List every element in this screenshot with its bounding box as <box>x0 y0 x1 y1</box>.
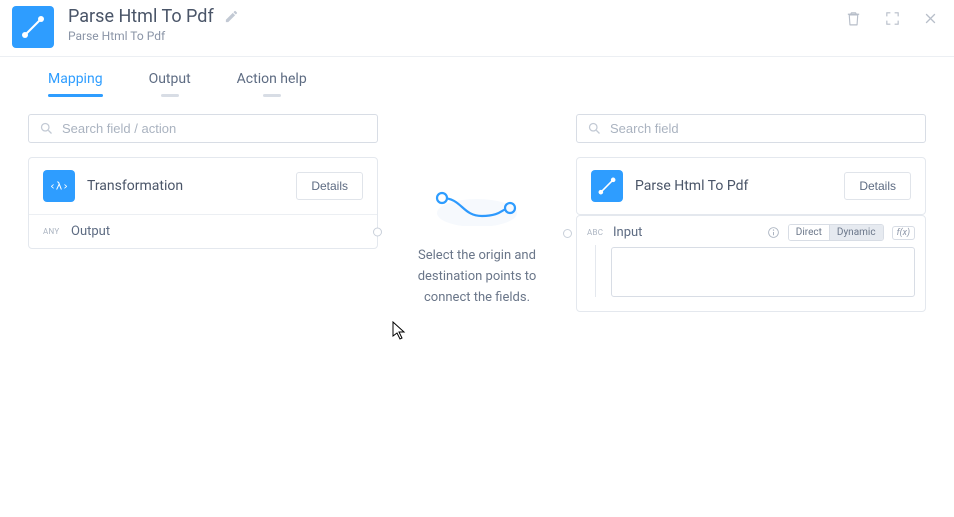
lambda-icon: ‹λ› <box>43 170 75 202</box>
field-type-badge: abc <box>587 228 605 237</box>
destination-search[interactable] <box>576 114 926 143</box>
page-subtitle: Parse Html To Pdf <box>68 29 845 43</box>
mapping-body: ‹λ› Transformation Details any Output S <box>0 98 954 312</box>
tab-action-help-label: Action help <box>237 71 307 87</box>
input-textarea[interactable] <box>611 247 915 297</box>
tab-mapping-label: Mapping <box>48 71 103 87</box>
fullscreen-icon[interactable] <box>884 10 901 27</box>
page-title: Parse Html To Pdf <box>68 6 214 27</box>
mapping-hint-text: Select the origin and destination points… <box>417 246 537 308</box>
edit-icon[interactable] <box>224 9 239 24</box>
source-search[interactable] <box>28 114 378 143</box>
source-search-input[interactable] <box>62 121 367 136</box>
trash-icon[interactable] <box>845 10 862 27</box>
tab-mapping[interactable]: Mapping <box>48 71 103 97</box>
mode-dynamic[interactable]: Dynamic <box>830 225 883 240</box>
middle-hint-area: Select the origin and destination points… <box>378 114 576 312</box>
tab-output-label: Output <box>149 71 191 87</box>
action-icon-small <box>591 170 623 202</box>
destination-card-title: Parse Html To Pdf <box>635 178 832 194</box>
destination-column: Parse Html To Pdf Details abc Input <box>576 114 926 312</box>
close-icon[interactable] <box>923 11 938 26</box>
tab-bar: Mapping Output Action help <box>0 57 954 98</box>
field-type-badge: any <box>43 227 61 236</box>
connection-graphic <box>432 186 522 226</box>
source-column: ‹λ› Transformation Details any Output <box>28 114 378 312</box>
svg-text:‹λ›: ‹λ› <box>49 179 69 192</box>
mode-direct[interactable]: Direct <box>789 225 830 240</box>
fx-button[interactable]: f(x) <box>892 226 915 240</box>
destination-field-input: abc Input Direct Dynamic f(x) <box>576 215 926 312</box>
source-field-label: Output <box>71 224 110 239</box>
mode-toggle: Direct Dynamic <box>788 224 884 241</box>
source-card-title: Transformation <box>87 178 284 194</box>
mouse-cursor <box>392 321 408 341</box>
destination-field-label: Input <box>613 225 642 240</box>
search-icon <box>587 121 602 136</box>
action-icon <box>12 6 54 48</box>
tab-action-help[interactable]: Action help <box>237 71 307 97</box>
destination-input-port[interactable] <box>563 229 572 238</box>
source-details-button[interactable]: Details <box>296 172 363 200</box>
destination-details-button[interactable]: Details <box>844 172 911 200</box>
info-icon[interactable] <box>767 226 780 239</box>
destination-search-input[interactable] <box>610 121 915 136</box>
source-output-port[interactable] <box>373 227 382 236</box>
diagonal-line-icon <box>20 14 46 40</box>
source-card: ‹λ› Transformation Details any Output <box>28 157 378 249</box>
source-field-output[interactable]: any Output <box>29 214 377 248</box>
destination-card: Parse Html To Pdf Details <box>576 157 926 215</box>
tab-output[interactable]: Output <box>149 71 191 97</box>
dialog-header: Parse Html To Pdf Parse Html To Pdf <box>0 0 954 57</box>
header-titles: Parse Html To Pdf Parse Html To Pdf <box>68 6 845 43</box>
search-icon <box>39 121 54 136</box>
